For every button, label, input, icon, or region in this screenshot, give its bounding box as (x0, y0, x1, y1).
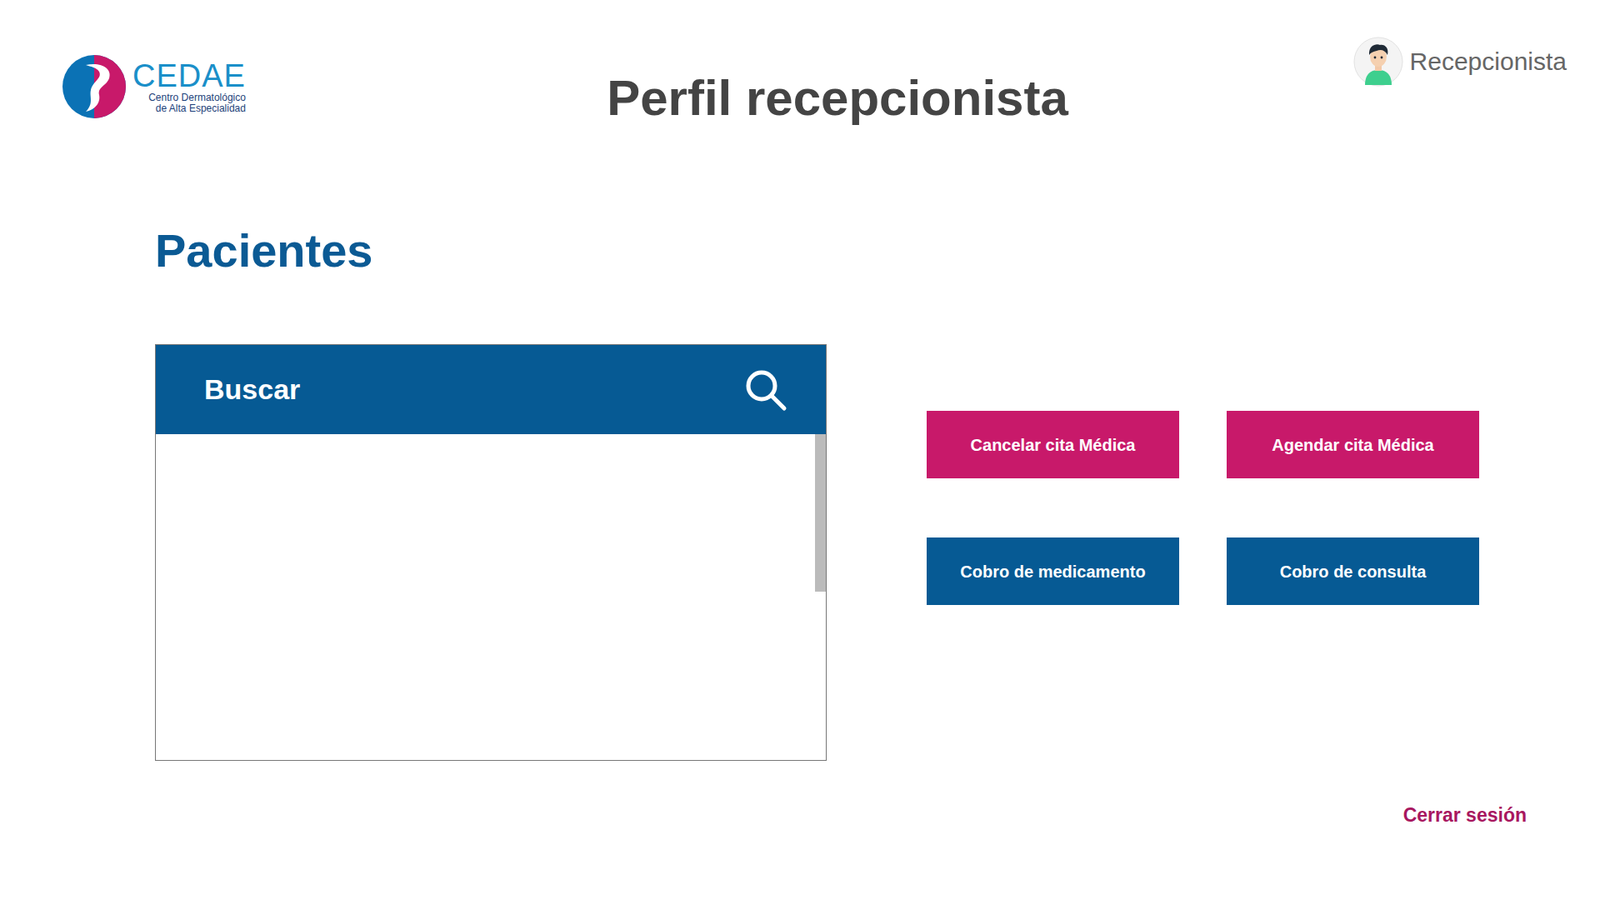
page-title: Perfil recepcionista (516, 0, 1159, 129)
action-button[interactable]: Cobro de consulta (1226, 537, 1480, 605)
search-bar (155, 345, 826, 435)
actions-grid: Cancelar cita Médica Agendar cita Médica C… (926, 410, 1480, 605)
logo-icon (60, 53, 128, 120)
section-title: Pacientes (0, 224, 1600, 278)
search-icon[interactable] (744, 368, 788, 412)
action-button[interactable]: Cobro de medicamento (926, 537, 1180, 605)
logo: CEDAECentro Dermatológicode Alta Especia… (0, 0, 517, 120)
user-role: Recepcionista (1410, 46, 1567, 77)
action-button[interactable]: Agendar cita Médica (1226, 410, 1480, 479)
receptionist-page: CEDAECentro Dermatológicode Alta Especia… (0, 0, 1600, 900)
patients-panel (155, 344, 827, 761)
action-button[interactable]: Cancelar cita Médica (926, 410, 1180, 479)
user-avatar-icon (1353, 36, 1404, 87)
scrollbar-thumb[interactable] (815, 434, 826, 592)
footer: Cerrar sesión (0, 800, 1600, 830)
search-input[interactable] (204, 368, 731, 411)
logo-subtitle: de Alta Especialidad (132, 103, 246, 115)
logo-subtitle: Centro Dermatológico (132, 92, 246, 104)
content-row: Cancelar cita Médica Agendar cita Médica C… (0, 344, 1600, 761)
patient-list[interactable] (155, 434, 826, 760)
header: CEDAECentro Dermatológicode Alta Especia… (0, 0, 1600, 129)
logout-link[interactable]: Cerrar sesión (1403, 800, 1527, 830)
user-badge[interactable]: Recepcionista (1158, 0, 1600, 87)
logo-name: CEDAE (132, 59, 246, 93)
